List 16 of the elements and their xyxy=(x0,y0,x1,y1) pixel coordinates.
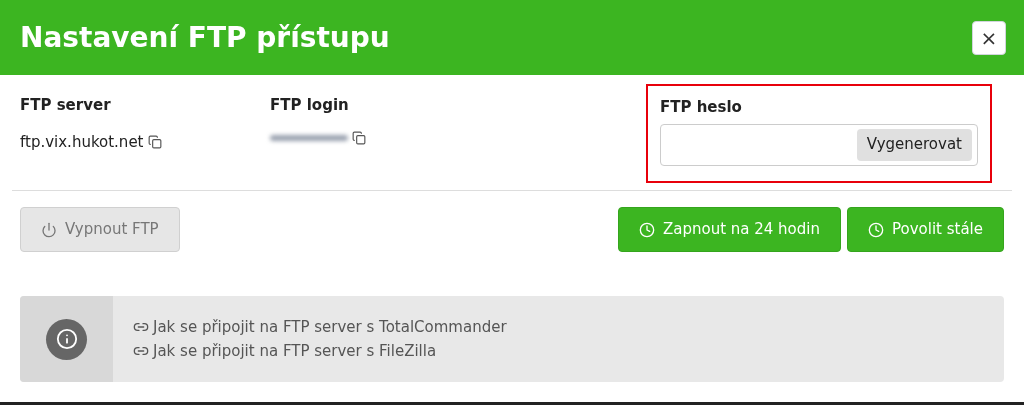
close-button[interactable]: × xyxy=(972,20,1006,55)
copy-icon[interactable] xyxy=(352,130,366,145)
dialog-title: Nastavení FTP přístupu xyxy=(20,19,390,56)
field-value: ftp.vix.hukot.net xyxy=(20,131,144,153)
field-label: FTP heslo xyxy=(660,97,743,118)
info-icon xyxy=(46,318,87,360)
help-link[interactable]: Jak se připojit na FTP server s FileZilla xyxy=(133,340,507,363)
password-field[interactable]: Vygenerovat xyxy=(660,123,978,166)
clock-icon xyxy=(868,221,884,238)
field-label: FTP server xyxy=(20,95,112,116)
copy-icon[interactable] xyxy=(147,134,162,149)
help-link[interactable]: Jak se připojit na FTP server s TotalCommander xyxy=(133,315,507,338)
clock-icon xyxy=(638,221,655,238)
field-label: FTP login xyxy=(270,95,350,116)
power-icon xyxy=(41,221,57,238)
generate-button[interactable]: Vygenerovat xyxy=(856,128,972,161)
